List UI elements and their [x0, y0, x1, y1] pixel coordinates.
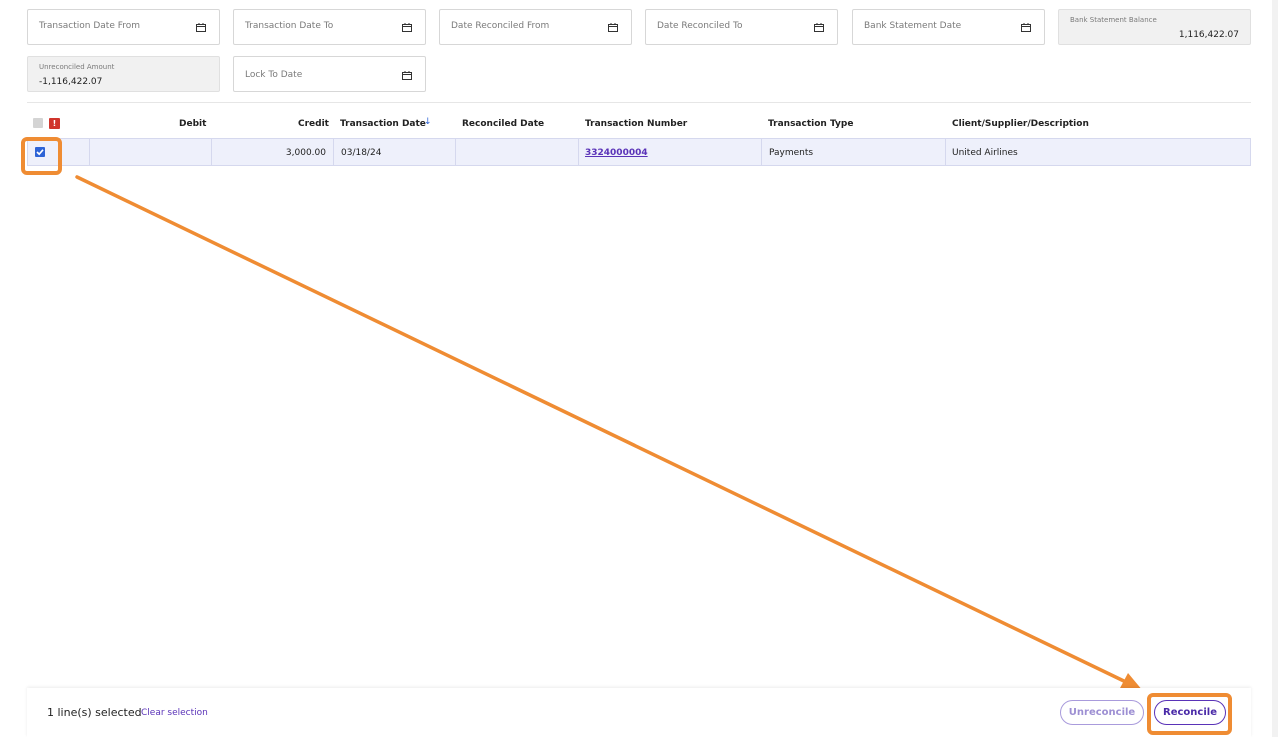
annotation-arrow — [75, 175, 1143, 691]
calendar-icon[interactable] — [402, 23, 412, 32]
cell-transaction-type: Payments — [769, 148, 814, 158]
cell-divider — [333, 139, 334, 165]
cell-divider — [455, 139, 456, 165]
filters-divider — [27, 102, 1251, 103]
cell-transaction-date: 03/18/24 — [341, 148, 382, 158]
column-header-debit[interactable]: Debit — [179, 119, 206, 129]
column-header-reconciled-date[interactable]: Reconciled Date — [462, 119, 544, 129]
column-header-credit[interactable]: Credit — [298, 119, 329, 129]
bank-statement-date-field[interactable]: Bank Statement Date — [852, 9, 1045, 45]
calendar-icon[interactable] — [402, 71, 412, 80]
cell-divider — [945, 139, 946, 165]
transaction-date-to-placeholder: Transaction Date To — [245, 21, 334, 31]
annotation-highlight-checkbox — [21, 137, 62, 175]
calendar-icon[interactable] — [1021, 23, 1031, 32]
cell-client: United Airlines — [952, 148, 1018, 158]
calendar-icon[interactable] — [608, 23, 618, 32]
column-header-client[interactable]: Client/Supplier/Description — [952, 119, 1089, 129]
cell-divider — [761, 139, 762, 165]
date-reconciled-from-placeholder: Date Reconciled From — [451, 21, 550, 31]
unreconciled-amount-label: Unreconciled Amount — [39, 63, 115, 71]
transaction-date-from-field[interactable]: Transaction Date From — [27, 9, 220, 45]
transaction-date-from-placeholder: Transaction Date From — [39, 21, 141, 31]
unreconciled-amount-field: Unreconciled Amount -1,116,422.07 — [27, 56, 220, 92]
clear-selection-link[interactable]: Clear selection — [141, 708, 208, 718]
sort-descending-icon[interactable]: ↓ — [424, 117, 432, 127]
bank-statement-balance-label: Bank Statement Balance — [1070, 16, 1157, 24]
select-all-checkbox[interactable] — [33, 118, 43, 128]
lock-to-date-placeholder: Lock To Date — [245, 70, 303, 80]
transaction-number-link[interactable]: 3324000004 — [585, 148, 648, 158]
cell-credit: 3,000.00 — [285, 148, 326, 158]
column-header-transaction-date[interactable]: Transaction Date — [340, 119, 426, 129]
calendar-icon[interactable] — [814, 23, 824, 32]
unreconcile-button[interactable]: Unreconcile — [1060, 700, 1144, 725]
bank-statement-balance-field: Bank Statement Balance 1,116,422.07 — [1058, 9, 1251, 45]
column-header-transaction-type[interactable]: Transaction Type — [768, 119, 853, 129]
date-reconciled-from-field[interactable]: Date Reconciled From — [439, 9, 632, 45]
date-reconciled-to-field[interactable]: Date Reconciled To — [645, 9, 838, 45]
selected-count-text: 1 line(s) selected — [47, 706, 142, 719]
selection-footer: 1 line(s) selected Clear selection Unrec… — [27, 688, 1251, 737]
cell-divider — [211, 139, 212, 165]
cell-divider — [578, 139, 579, 165]
page-scrollbar[interactable] — [1272, 0, 1278, 737]
lock-to-date-field[interactable]: Lock To Date — [233, 56, 426, 92]
unreconciled-amount-value: -1,116,422.07 — [39, 77, 103, 87]
bank-statement-balance-value: 1,116,422.07 — [1178, 30, 1239, 40]
table-row[interactable]: 3,000.00 03/18/24 3324000004 Payments Un… — [27, 138, 1251, 166]
column-header-transaction-number[interactable]: Transaction Number — [585, 119, 687, 129]
annotation-highlight-reconcile — [1147, 693, 1232, 735]
transaction-date-to-field[interactable]: Transaction Date To — [233, 9, 426, 45]
warning-icon: ! — [49, 118, 60, 129]
cell-divider — [89, 139, 90, 165]
bank-statement-date-placeholder: Bank Statement Date — [864, 21, 962, 31]
date-reconciled-to-placeholder: Date Reconciled To — [657, 21, 743, 31]
calendar-icon[interactable] — [196, 23, 206, 32]
